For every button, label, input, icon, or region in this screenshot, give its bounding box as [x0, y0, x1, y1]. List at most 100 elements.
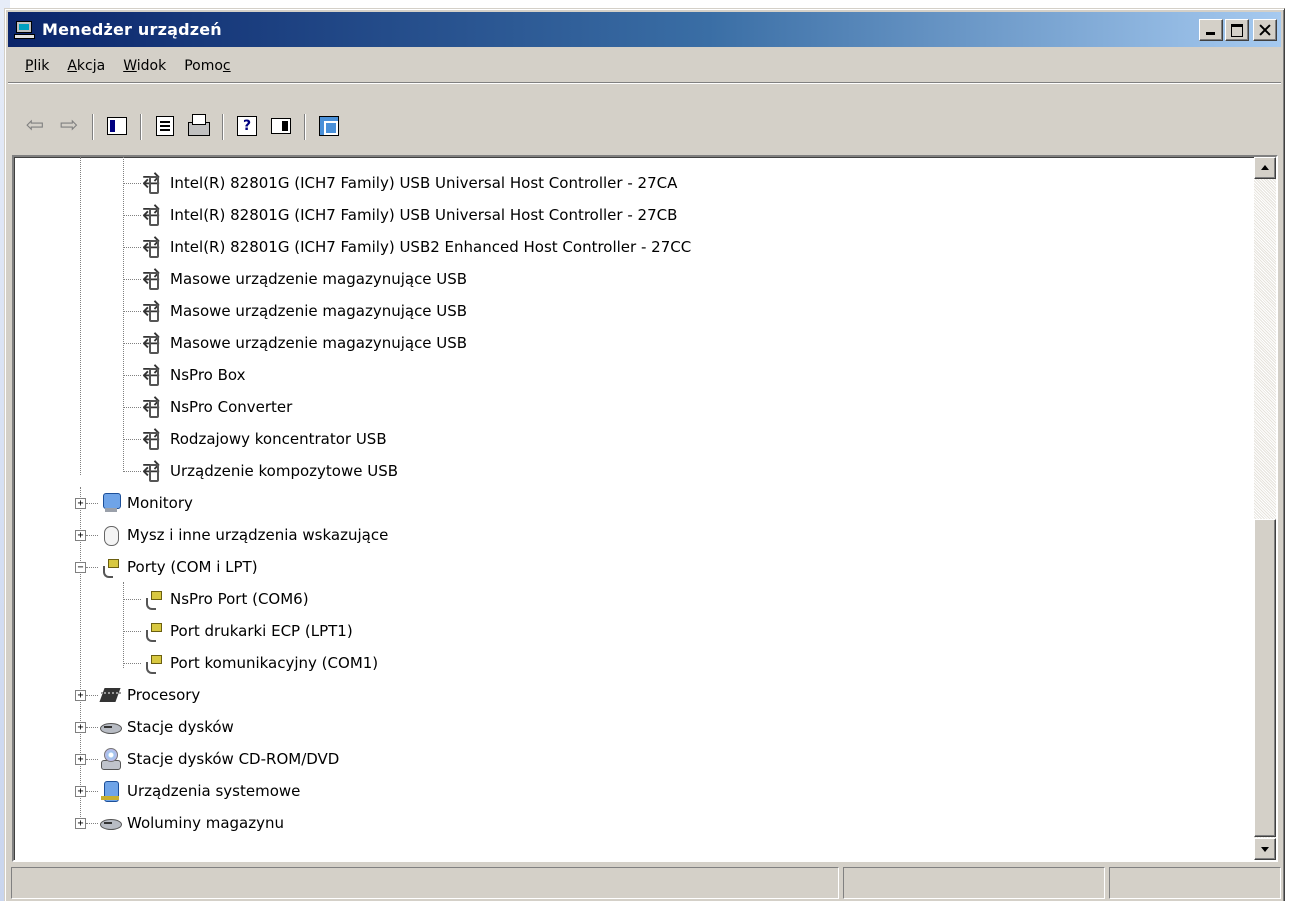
tree-connector — [86, 791, 98, 792]
tree-guide-line — [80, 157, 81, 475]
tree-item-label: Masowe urządzenie magazynujące USB — [170, 302, 468, 320]
show-hide-action-pane-button[interactable] — [268, 114, 294, 138]
scroll-up-button[interactable] — [1254, 157, 1276, 179]
tree-guide-line — [123, 582, 124, 668]
scan-hardware-button[interactable] — [316, 114, 342, 138]
tree-item-label: Monitory — [127, 494, 193, 512]
printer-icon — [188, 114, 210, 136]
tree-connector — [123, 599, 141, 600]
tree-item-usb[interactable]: NsPro Converter — [142, 391, 292, 423]
forward-arrow-icon: ⇨ — [59, 113, 79, 138]
usb-icon — [142, 264, 164, 290]
tree-connector — [123, 375, 141, 376]
maximize-button[interactable] — [1225, 18, 1249, 41]
menu-plik[interactable]: Plik — [16, 54, 58, 78]
minimize-button[interactable] — [1199, 18, 1223, 41]
tree-item-usb[interactable]: Intel(R) 82801G (ICH7 Family) USB Univer… — [142, 167, 677, 199]
forward-button[interactable]: ⇨ — [56, 114, 82, 138]
tree-item-usb[interactable]: Intel(R) 82801G (ICH7 Family) USB Univer… — [142, 199, 677, 231]
tree-category-procesory[interactable]: Procesory — [99, 679, 200, 711]
vertical-scrollbar[interactable] — [1254, 157, 1276, 860]
collapse-porty-button[interactable]: − — [75, 562, 86, 573]
tree-connector — [86, 535, 98, 536]
port-icon — [142, 588, 164, 610]
tree-connector — [123, 439, 141, 440]
tree-item-usb[interactable]: Urządzenie kompozytowe USB — [142, 455, 398, 487]
tree-item-usb[interactable]: NsPro Box — [142, 359, 245, 391]
storage-volume-icon — [99, 812, 122, 834]
scroll-down-button[interactable] — [1254, 838, 1276, 860]
help-button[interactable]: ? — [234, 114, 260, 138]
usb-icon — [142, 328, 164, 354]
menu-widok[interactable]: Widok — [114, 54, 175, 78]
print-button[interactable] — [186, 114, 212, 138]
toolbar-separator — [304, 114, 306, 140]
tree-item-usb[interactable]: Masowe urządzenie magazynujące USB — [142, 295, 467, 327]
expand-procesory-button[interactable]: + — [75, 690, 86, 701]
tree-category-monitory[interactable]: Monitory — [99, 487, 193, 519]
expand-monitory-button[interactable]: + — [75, 498, 86, 509]
tree-connector — [123, 215, 141, 216]
port-icon — [99, 556, 121, 578]
usb-icon — [142, 456, 164, 482]
tree-item-port[interactable]: Port komunikacyjny (COM1) — [142, 647, 378, 679]
show-hide-console-tree-button[interactable] — [104, 114, 130, 138]
expand-stacje-dyskow-button[interactable]: + — [75, 722, 86, 733]
tree-connector — [123, 279, 141, 280]
expand-woluminy-button[interactable]: + — [75, 818, 86, 829]
tree-item-label: Intel(R) 82801G (ICH7 Family) USB Univer… — [170, 174, 678, 192]
tree-item-label: Woluminy magazynu — [127, 814, 285, 832]
toolbar-separator — [222, 114, 224, 140]
menu-akcja[interactable]: Akcja — [58, 54, 114, 78]
expand-systemowe-button[interactable]: + — [75, 786, 86, 797]
tree-item-usb[interactable]: Masowe urządzenie magazynujące USB — [142, 263, 467, 295]
tree-connector — [123, 183, 141, 184]
tree-category-cdrom[interactable]: Stacje dysków CD-ROM/DVD — [99, 743, 339, 775]
menu-pomoc[interactable]: Pomoc — [175, 54, 239, 78]
tree-category-woluminy[interactable]: Woluminy magazynu — [99, 807, 284, 839]
toolbar: ⇦ ⇨ ? — [8, 86, 1281, 162]
tree-item-label: Port drukarki ECP (LPT1) — [170, 622, 353, 640]
title-bar[interactable]: Menedżer urządzeń — [8, 12, 1281, 47]
tree-item-usb[interactable]: Masowe urządzenie magazynujące USB — [142, 327, 467, 359]
tree-connector — [123, 311, 141, 312]
tree-item-label: Mysz i inne urządzenia wskazujące — [127, 526, 389, 544]
tree-item-label: Stacje dysków — [127, 718, 234, 736]
cd-drive-icon — [99, 748, 121, 770]
properties-button[interactable] — [152, 114, 178, 138]
tree-item-label: Procesory — [127, 686, 201, 704]
tree-category-systemowe[interactable]: Urządzenia systemowe — [99, 775, 300, 807]
tree-category-stacje-dyskow[interactable]: Stacje dysków — [99, 711, 234, 743]
device-tree-pane[interactable]: Intel(R) 82801G (ICH7 Family) USB Univer… — [12, 155, 1278, 862]
menu-bar: Plik Akcja Widok Pomoc — [8, 49, 1281, 83]
tree-connector — [86, 503, 98, 504]
disk-drive-icon — [99, 716, 122, 738]
scan-hardware-icon — [319, 116, 339, 136]
tree-item-usb[interactable]: Rodzajowy koncentrator USB — [142, 423, 387, 455]
close-button[interactable] — [1253, 18, 1277, 41]
expand-cdrom-button[interactable]: + — [75, 754, 86, 765]
scrollbar-thumb[interactable] — [1254, 519, 1276, 837]
monitor-icon — [99, 492, 121, 514]
tree-item-usb[interactable]: Intel(R) 82801G (ICH7 Family) USB2 Enhan… — [142, 231, 691, 263]
tree-connector — [123, 471, 141, 472]
device-tree: Intel(R) 82801G (ICH7 Family) USB Univer… — [14, 157, 1254, 860]
back-arrow-icon: ⇦ — [25, 113, 45, 138]
tree-item-port[interactable]: Port drukarki ECP (LPT1) — [142, 615, 353, 647]
toolbar-separator — [92, 114, 94, 140]
back-button[interactable]: ⇦ — [22, 114, 48, 138]
tree-connector — [86, 695, 98, 696]
action-pane-icon — [271, 118, 291, 134]
tree-category-porty[interactable]: Porty (COM i LPT) — [99, 551, 258, 583]
status-panel-main — [11, 867, 840, 899]
tree-item-label: Intel(R) 82801G (ICH7 Family) USB Univer… — [170, 206, 678, 224]
usb-icon — [142, 424, 164, 450]
tree-connector — [123, 631, 141, 632]
usb-icon — [142, 296, 164, 322]
tree-item-port[interactable]: NsPro Port (COM6) — [142, 583, 309, 615]
expand-mysz-button[interactable]: + — [75, 530, 86, 541]
tree-category-mysz[interactable]: Mysz i inne urządzenia wskazujące — [99, 519, 388, 551]
tree-connector — [123, 407, 141, 408]
tree-item-label: Rodzajowy koncentrator USB — [170, 430, 387, 448]
tree-item-label: NsPro Box — [170, 366, 246, 384]
